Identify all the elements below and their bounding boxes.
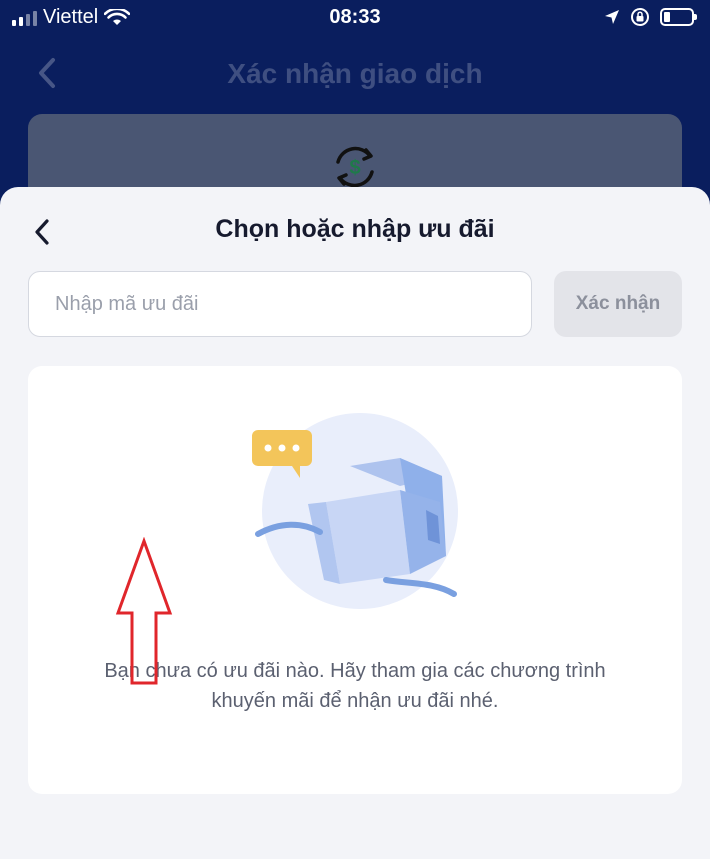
promo-sheet: Chọn hoặc nhập ưu đãi Xác nhận: [0, 187, 710, 859]
currency-exchange-icon: $: [336, 146, 374, 188]
confirm-button[interactable]: Xác nhận: [554, 271, 682, 337]
sheet-title: Chọn hoặc nhập ưu đãi: [215, 215, 495, 243]
rotation-lock-icon: [631, 8, 649, 26]
battery-icon: [660, 8, 697, 26]
empty-gift-box-illustration: [252, 413, 458, 609]
svg-text:$: $: [349, 157, 360, 179]
status-bar: Viettel 08:33: [0, 0, 710, 36]
promo-code-input[interactable]: [28, 271, 532, 337]
status-right: [604, 7, 697, 27]
background-title: Xác nhận giao dịch: [227, 58, 483, 89]
location-arrow-icon: [605, 10, 619, 24]
background-header: Xác nhận giao dịch: [0, 44, 710, 104]
annotation-arrow-icon: [115, 537, 173, 685]
